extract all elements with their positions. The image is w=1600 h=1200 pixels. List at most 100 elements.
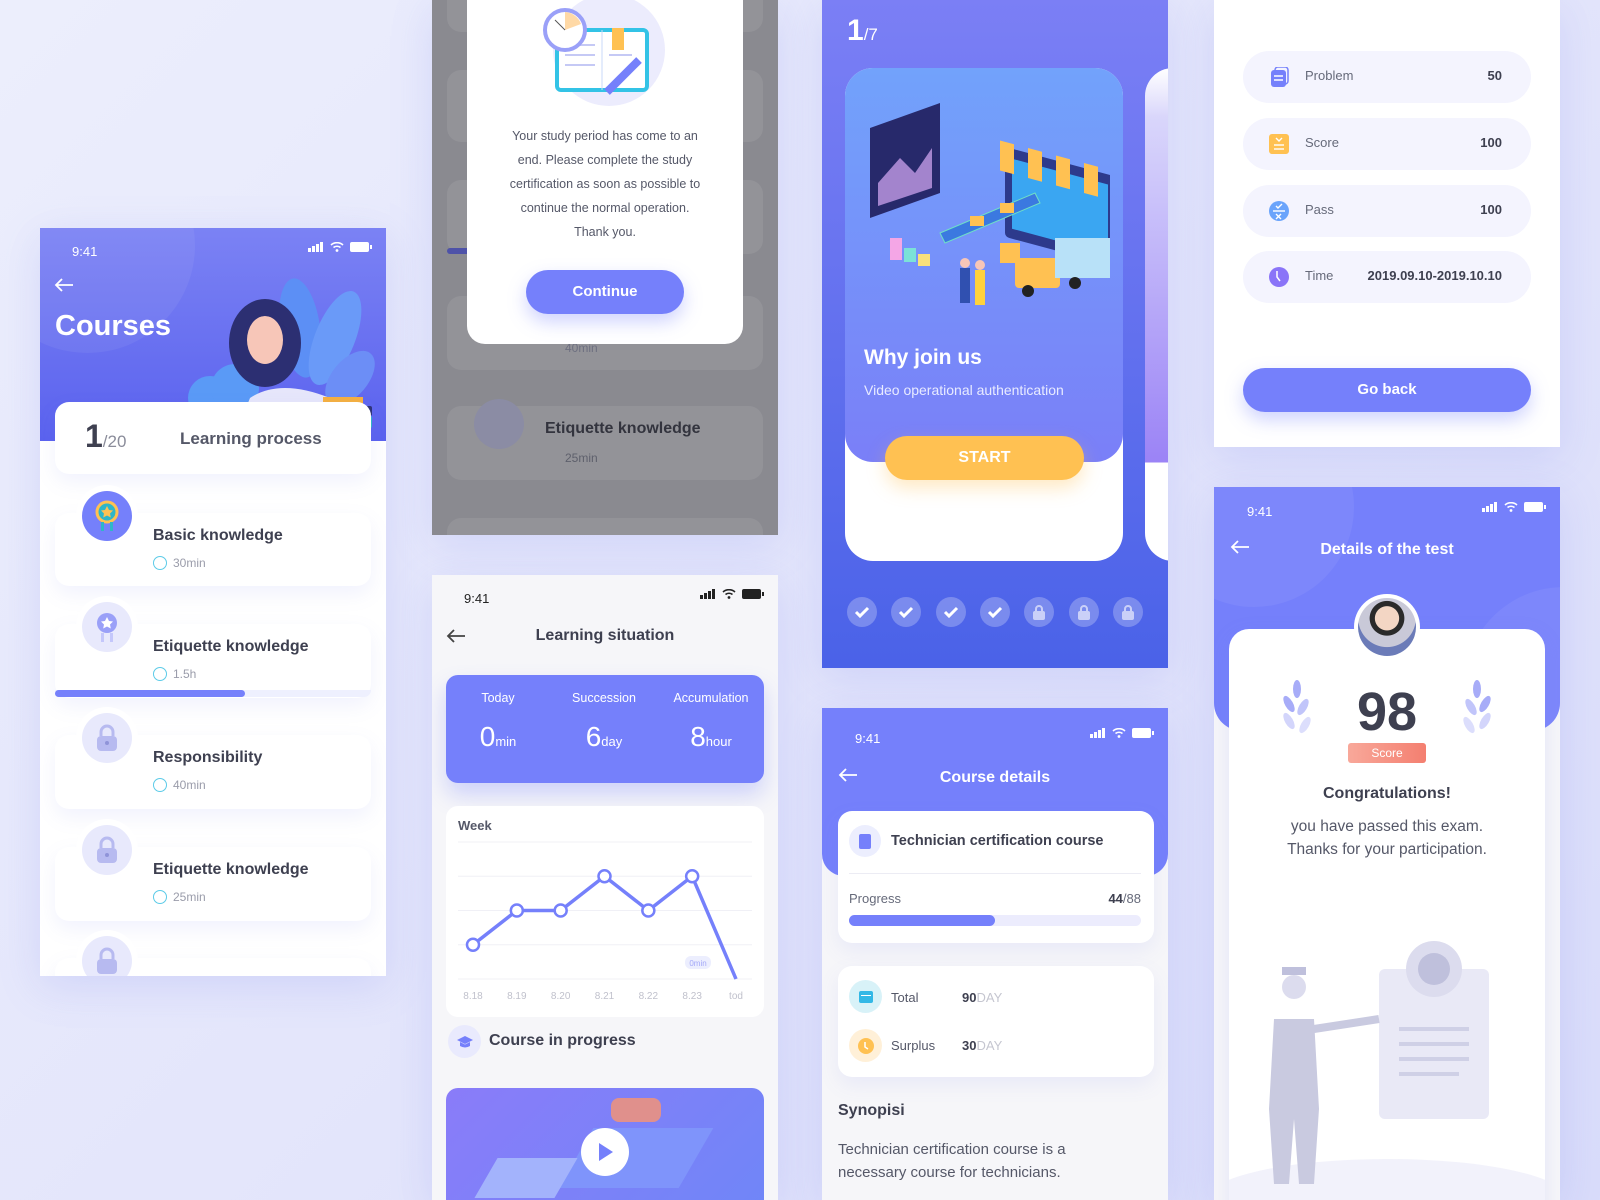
x-tick-label: 8.22 [639,991,659,1002]
icon-halo [76,485,138,547]
continue-button[interactable]: Continue [526,270,684,314]
stat-accumulation: Accumulation 8hour [658,691,764,753]
dimmed-card: Etiquette knowledge 25min [447,399,763,480]
onboarding-card: Why join us Video operational authentica… [845,68,1123,561]
clock-icon [1269,267,1289,287]
play-button[interactable] [581,1128,629,1176]
page-title: Learning situation [535,627,675,644]
stat-unit: hour [705,734,732,749]
step-completed[interactable] [891,597,922,627]
tile-shape [474,1158,578,1198]
stat-value: 8 [690,721,706,752]
graduation-cap-icon [448,1025,481,1058]
data-point [465,937,481,952]
dimmed-title: Etiquette knowledge [545,420,701,437]
study-book-illustration [543,0,665,106]
course-duration: 40min [173,778,206,792]
message-line: you have passed this exam. [1290,818,1484,835]
lock-icon [1077,605,1090,620]
result-row-time: Time 2019.09.10-2019.10.10 [1243,251,1531,303]
check-icon [899,606,914,618]
data-point [553,903,568,918]
progress-label: Learning process [180,429,322,448]
check-icon [854,606,870,618]
study-ended-dialog: Your study period has come to an end. Pl… [467,0,743,344]
row-value: 50 [1487,68,1502,83]
step-completed[interactable] [935,597,966,627]
congrats-heading: Congratulations! [1323,785,1451,802]
congrats-message: you have passed this exam. Thanks for yo… [1229,815,1545,861]
battery-icon [1132,728,1154,738]
start-button[interactable]: START [885,436,1084,480]
x-tick-label: tod [729,991,743,1002]
week-line-chart: 0min 8.18 8.19 8.20 8.21 8.22 8.23 tod [458,841,752,1002]
course-item[interactable]: Etiquette knowledge 1.5h [55,596,371,698]
course-title: Etiquette knowledge [153,638,309,655]
learning-progress-card: 1/20 Learning process [55,402,371,474]
step-locked[interactable] [1112,597,1143,627]
course-item[interactable]: Basic knowledge 30min [55,485,371,586]
stat-unit: day [601,734,623,749]
status-icons [1482,502,1546,512]
course-name: Technician certification course [891,833,1104,849]
surplus-number: 30 [962,1038,977,1053]
step-completed[interactable] [979,597,1010,627]
progress-count: 1/20 [85,418,126,455]
course-item[interactable]: Etiquette knowledge 25min [55,819,371,921]
ecommerce-illustration [870,103,1110,305]
course-title: Responsibility [153,749,263,766]
step-completed[interactable] [847,597,877,627]
lock-icon [1121,605,1134,620]
progress-total: /20 [102,432,127,451]
document-icon [1271,67,1289,87]
synopsis-line: necessary course for technicians. [838,1164,1061,1181]
progress-label: Progress [849,891,902,906]
wifi-icon [1112,728,1126,738]
icon-halo [76,930,138,976]
dialog-message: Your study period has come to an end. Pl… [467,124,743,244]
row-label: Problem [1305,68,1354,83]
icon-halo [76,596,138,658]
message-line: continue the normal operation. [520,201,690,215]
course-title: Basic knowledge [153,527,283,544]
signal-icon [1090,728,1105,738]
clock-icon [153,890,167,904]
stat-label: Succession [572,691,636,705]
wifi-icon [330,242,344,252]
clock-icon [153,667,167,681]
medal-icon [82,491,132,541]
page-indicator: 1/7 [847,14,878,48]
icon-halo [76,707,138,769]
course-video-thumbnail[interactable] [446,1088,764,1200]
row-label: Pass [1305,202,1334,217]
certificate-illustration [1229,941,1545,1200]
step-locked[interactable] [1024,597,1055,627]
test-details-screen: 9:41 Details of the test 98 Score Congra… [1214,487,1560,1200]
course-duration: 25min [173,890,206,904]
play-icon [599,1143,613,1161]
courses-screen: 9:41 Courses 1/20 Learning process Basic… [40,228,386,976]
back-arrow-icon[interactable] [54,278,74,292]
result-row-score: Score 100 [1243,118,1531,170]
go-back-button[interactable]: Go back [1243,368,1531,412]
data-point [509,903,525,918]
progress-done: 44 [1108,891,1123,906]
card-title: Why join us [864,346,982,369]
avatar[interactable] [1354,594,1420,660]
course-item-partial[interactable] [55,930,371,976]
total-label: Total [891,990,919,1005]
next-card-peek[interactable] [1145,68,1168,561]
row-label: Score [1305,135,1339,150]
pass-fail-icon [1269,201,1289,221]
clock-icon [153,778,167,792]
stat-succession: Succession 6day [550,691,658,753]
course-item[interactable]: Responsibility 40min [55,707,371,809]
step-locked[interactable] [1068,597,1099,627]
wifi-icon [722,589,736,599]
modal-screen: 40min Etiquette knowledge 25min Your stu… [432,0,778,535]
course-card: Technician certification course Progress… [838,811,1154,943]
dimmed-duration: 25min [565,451,598,465]
message-line: certification as soon as possible to [509,177,701,191]
status-time: 9:41 [464,591,490,606]
status-time: 9:41 [72,244,98,259]
